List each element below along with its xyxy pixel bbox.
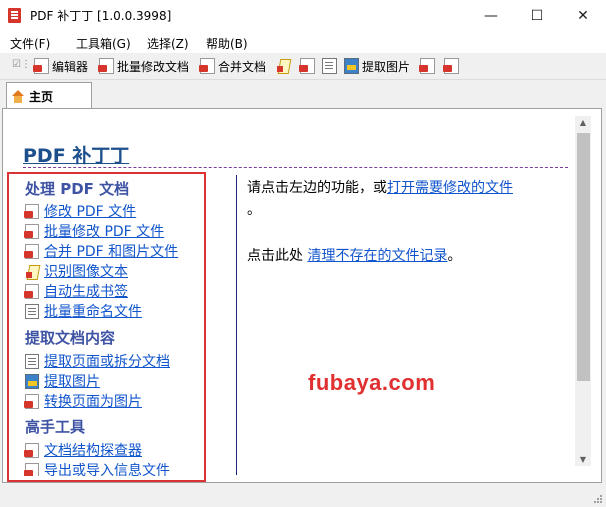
- link-extract-pages[interactable]: 提取页面或拆分文档: [25, 352, 170, 370]
- toolbar-editor-button[interactable]: 编辑器: [33, 57, 89, 75]
- intro-text-prefix: 请点击左边的功能，或: [247, 180, 387, 196]
- title-divider: [23, 167, 568, 168]
- menu-bar: 文件(F) 工具箱(G) 选择(Z) 帮助(B): [0, 31, 606, 53]
- ocr-icon: [276, 58, 291, 74]
- page-title[interactable]: PDF 补丁丁: [23, 141, 129, 168]
- section-heading-advanced: 高手工具: [25, 418, 86, 436]
- toolbar-bookmark-button[interactable]: [299, 57, 318, 75]
- toolbar-convert-button[interactable]: [419, 57, 438, 75]
- menu-file[interactable]: 文件(F): [10, 35, 50, 52]
- toolbar-grip: ☑⋮: [12, 59, 31, 70]
- scroll-down-arrow[interactable]: ▼: [578, 455, 588, 464]
- app-icon: [8, 8, 21, 23]
- pdf-document-icon: [443, 58, 459, 74]
- watermark: fubaya.com: [308, 370, 436, 395]
- cleanup-text-prefix: 点击此处: [247, 248, 308, 264]
- status-bar: [0, 483, 606, 507]
- intro-text: 请点击左边的功能，或打开需要修改的文件: [247, 177, 513, 197]
- batch-modify-icon: [98, 58, 114, 74]
- cleanup-records-link[interactable]: 清理不存在的文件记录: [307, 248, 447, 264]
- cleanup-text: 点击此处 清理不存在的文件记录。: [247, 245, 461, 265]
- window-title: PDF 补丁丁 [1.0.0.3998]: [30, 9, 172, 23]
- bookmark-icon: [299, 58, 315, 74]
- link-batch-modify-pdf-label: 批量修改 PDF 文件: [44, 224, 165, 240]
- link-batch-rename-label: 批量重命名文件: [44, 304, 142, 320]
- link-merge-pdf-images-label: 合并 PDF 和图片文件: [44, 244, 179, 260]
- link-export-import-info-label: 导出或导入信息文件: [44, 463, 170, 476]
- merge-icon: [199, 58, 215, 74]
- toolbar-rename-button[interactable]: [322, 57, 340, 75]
- toolbar-pdf-button[interactable]: [443, 57, 462, 75]
- link-batch-modify-pdf[interactable]: 批量修改 PDF 文件: [24, 222, 165, 240]
- toolbar: ☑⋮ 编辑器 批量修改文档 合并文档 提取图片: [0, 53, 606, 80]
- close-button[interactable]: ✕: [560, 0, 606, 31]
- convert-icon: [24, 393, 39, 409]
- link-export-import-info[interactable]: 导出或导入信息文件: [24, 461, 170, 476]
- toolbar-extract-image-label: 提取图片: [362, 59, 411, 74]
- home-page: PDF 补丁丁 处理 PDF 文档 修改 PDF 文件 批量修改 PDF 文件 …: [11, 121, 574, 476]
- scroll-up-arrow[interactable]: ▲: [578, 118, 588, 127]
- toolbar-editor-label: 编辑器: [52, 59, 89, 74]
- scrollbar-thumb[interactable]: [577, 133, 590, 381]
- bookmark-icon: [24, 283, 39, 299]
- extract-image-icon: [344, 58, 359, 74]
- open-file-link[interactable]: 打开需要修改的文件: [387, 180, 513, 196]
- link-extract-pages-label: 提取页面或拆分文档: [44, 354, 170, 370]
- menu-toolbox[interactable]: 工具箱(G): [76, 35, 131, 52]
- export-icon: [24, 462, 39, 476]
- link-ocr-label: 识别图像文本: [44, 264, 128, 280]
- cleanup-text-suffix: 。: [447, 248, 462, 264]
- tab-home-label: 主页: [29, 90, 54, 104]
- menu-select[interactable]: 选择(Z): [147, 35, 189, 52]
- link-structure-inspector-label: 文档结构探查器: [44, 443, 142, 459]
- link-auto-bookmark[interactable]: 自动生成书签: [24, 282, 128, 300]
- tab-bar: 主页: [0, 79, 606, 110]
- content-frame: PDF 补丁丁 处理 PDF 文档 修改 PDF 文件 批量修改 PDF 文件 …: [2, 108, 602, 483]
- link-ocr[interactable]: 识别图像文本: [25, 262, 128, 280]
- link-modify-pdf[interactable]: 修改 PDF 文件: [24, 202, 137, 220]
- link-modify-pdf-label: 修改 PDF 文件: [44, 204, 137, 220]
- maximize-button[interactable]: ☐: [514, 0, 560, 31]
- toolbar-extract-image-button[interactable]: 提取图片: [344, 57, 410, 75]
- section-heading-extract: 提取文档内容: [25, 329, 116, 347]
- toolbar-merge-label: 合并文档: [218, 59, 267, 74]
- rename-icon: [25, 303, 39, 319]
- link-extract-images[interactable]: 提取图片: [25, 372, 100, 390]
- rename-icon: [322, 58, 337, 74]
- inspector-icon: [24, 442, 39, 458]
- title-bar: PDF 补丁丁 [1.0.0.3998] — ☐ ✕: [0, 0, 606, 31]
- batch-pdf-icon: [24, 223, 39, 239]
- image-icon: [25, 373, 39, 389]
- column-divider: [236, 175, 237, 475]
- link-convert-to-image[interactable]: 转换页面为图片: [24, 392, 142, 410]
- link-convert-to-image-label: 转换页面为图片: [44, 394, 142, 410]
- intro-text-end: 。: [247, 202, 261, 218]
- toolbar-batch-modify-label: 批量修改文档: [117, 59, 190, 74]
- link-auto-bookmark-label: 自动生成书签: [44, 284, 128, 300]
- menu-help[interactable]: 帮助(B): [206, 35, 248, 52]
- toolbar-merge-button[interactable]: 合并文档: [199, 57, 267, 75]
- link-extract-images-label: 提取图片: [44, 374, 100, 390]
- convert-icon: [419, 58, 435, 74]
- home-icon: [11, 89, 25, 104]
- link-structure-inspector[interactable]: 文档结构探查器: [24, 441, 142, 459]
- toolbar-ocr-button[interactable]: [276, 57, 294, 75]
- section-heading-process: 处理 PDF 文档: [25, 180, 130, 198]
- pdf-editor-icon: [33, 58, 49, 74]
- ocr-icon: [25, 264, 39, 279]
- resize-grip-icon[interactable]: [591, 492, 603, 504]
- link-merge-pdf-images[interactable]: 合并 PDF 和图片文件: [24, 242, 179, 260]
- pdf-icon: [24, 203, 39, 219]
- toolbar-batch-modify-button[interactable]: 批量修改文档: [98, 57, 190, 75]
- minimize-button[interactable]: —: [468, 0, 514, 31]
- split-icon: [25, 353, 39, 369]
- link-batch-rename[interactable]: 批量重命名文件: [25, 302, 142, 320]
- merge-icon: [24, 243, 39, 259]
- tab-home[interactable]: 主页: [6, 82, 92, 110]
